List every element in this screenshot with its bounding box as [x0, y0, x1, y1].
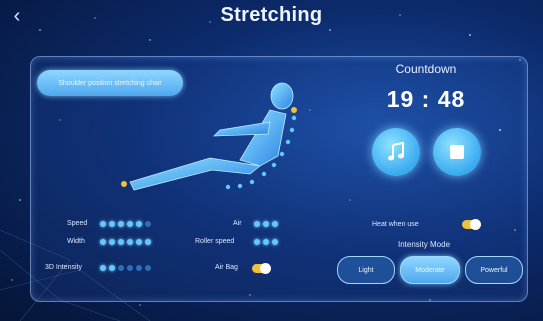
width-label: Width — [67, 238, 85, 245]
heat-label: Heat when use — [372, 221, 419, 228]
width-dot — [136, 239, 142, 245]
speed-level-indicator[interactable] — [100, 221, 151, 227]
air-bag-label: Air Bag — [215, 264, 238, 271]
3d-intensity-dot — [100, 265, 106, 271]
speed-dot — [100, 221, 106, 227]
3d-intensity-dot — [109, 265, 115, 271]
width-dot — [100, 239, 106, 245]
speed-dot — [109, 221, 115, 227]
width-dot — [109, 239, 115, 245]
roller-speed-level-indicator[interactable] — [254, 239, 278, 245]
air-level-indicator[interactable] — [254, 221, 278, 227]
stop-icon — [450, 145, 464, 159]
speed-dot — [118, 221, 124, 227]
air-dot — [272, 221, 278, 227]
mode-powerful-button[interactable]: Powerful — [465, 256, 523, 284]
roller-speed-dot — [263, 239, 269, 245]
width-dot — [118, 239, 124, 245]
page-title: Stretching — [220, 4, 323, 26]
countdown-timer: 19 : 48 — [386, 86, 466, 112]
3d-intensity-label: 3D Intensity — [45, 264, 82, 271]
speed-label: Speed — [67, 220, 88, 227]
mode-light-button[interactable]: Light — [337, 256, 395, 284]
width-dot — [127, 239, 133, 245]
width-dot — [145, 239, 151, 245]
massage-chair-body-icon — [121, 82, 297, 191]
speed-dot — [127, 221, 133, 227]
music-icon — [388, 141, 404, 161]
3d-intensity-level-indicator[interactable] — [100, 265, 151, 271]
countdown-label: Countdown — [395, 62, 457, 76]
air-label: Air — [233, 220, 242, 227]
3d-intensity-dot — [136, 265, 142, 271]
stop-button[interactable] — [433, 128, 481, 176]
intensity-mode-label: Intensity Mode — [398, 240, 451, 249]
roller-speed-dot — [254, 239, 260, 245]
speed-dot — [145, 221, 151, 227]
speed-dot — [136, 221, 142, 227]
3d-intensity-dot — [127, 265, 133, 271]
air-dot — [254, 221, 260, 227]
width-level-indicator[interactable] — [100, 239, 151, 245]
air-bag-toggle[interactable] — [252, 263, 271, 274]
heat-toggle[interactable] — [462, 219, 481, 230]
music-button[interactable] — [372, 128, 420, 176]
3d-intensity-dot — [145, 265, 151, 271]
3d-intensity-dot — [118, 265, 124, 271]
roller-speed-dot — [272, 239, 278, 245]
air-dot — [263, 221, 269, 227]
mode-moderate-button[interactable]: Moderate — [400, 256, 460, 284]
roller-speed-label: Roller speed — [195, 238, 235, 245]
